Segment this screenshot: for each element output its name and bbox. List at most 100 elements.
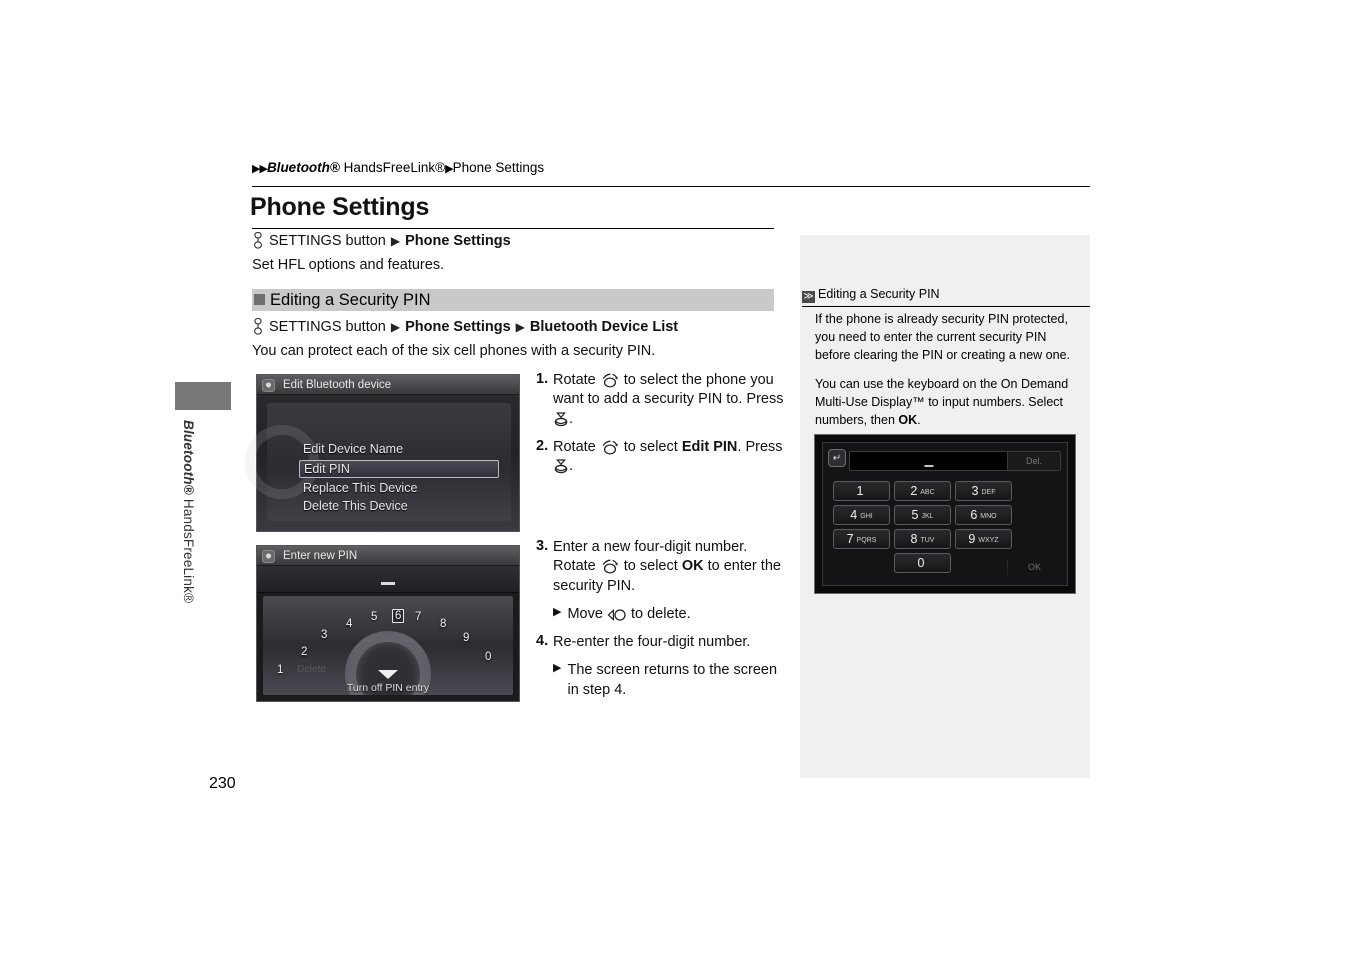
command-target-2: Bluetooth Device List — [529, 318, 679, 335]
keypad-key-3-letters: DEF — [981, 489, 996, 496]
screenshot-enter-new-pin: Enter new PIN 1 2 3 4 5 6 7 8 9 0 Delete… — [256, 545, 520, 702]
command-button-label: SETTINGS button — [269, 318, 386, 335]
screenshot-title-text: Edit Bluetooth device — [283, 379, 392, 391]
return-icon: ↵ — [828, 449, 846, 467]
pin-footer-label: Turn off PIN entry — [346, 682, 430, 694]
screenshot-body: Edit Device Name Edit PIN Replace This D… — [245, 395, 519, 531]
step-emphasis: Edit PIN — [681, 438, 738, 455]
keypad-key-6-digit: 6 — [970, 508, 978, 522]
breadcrumb-item-phone-settings: Phone Settings — [452, 160, 545, 175]
sidebar-paragraph-2-c: . — [917, 412, 921, 427]
pin-cursor-dash — [381, 582, 395, 585]
breadcrumb-divider — [252, 186, 1090, 187]
keypad-key-8-digit: 8 — [910, 532, 918, 546]
step-2: 2. Rotate to select Edit PIN. Press . — [536, 438, 786, 477]
command-button-label: SETTINGS button — [269, 232, 386, 249]
breadcrumb-arrow-2: ▶ — [259, 163, 268, 175]
step-body: Rotate to select Edit PIN. Press . — [553, 438, 786, 477]
keypad-key-1-digit: 1 — [856, 484, 864, 498]
step-text-run: to select — [619, 438, 682, 455]
step-text-run: to delete. — [626, 605, 691, 622]
command-arrow-icon-2: ▶ — [515, 319, 525, 334]
keypad-key-4: 4 GHI — [833, 505, 890, 525]
screenshot-keypad: ↵ Del. OK 1 2 ABC 3 DEF 4 GHI 5 JKL 6 MNO 7 PQ… — [814, 434, 1076, 594]
body-text: You can protect each of the six cell pho… — [252, 343, 656, 359]
sub-bullet-text: Move to delete. — [567, 605, 690, 624]
press-knob-icon — [553, 411, 569, 427]
menu-item-replace-this-device: Replace This Device — [303, 481, 418, 495]
keypad-key-5-digit: 5 — [911, 508, 919, 522]
keypad-key-4-digit: 4 — [850, 508, 858, 522]
breadcrumb-item-handsfreelink: HandsFreeLink® — [339, 160, 446, 175]
dial-number-8: 8 — [440, 618, 447, 630]
dial-number-4: 4 — [346, 618, 353, 630]
keypad-key-8-letters: TUV — [920, 537, 935, 544]
keypad-key-9: 9 WXYZ — [955, 529, 1012, 549]
steps-list-lower: 3. Enter a new four-digit number. Rotate … — [536, 538, 786, 709]
dial-number-1: 1 — [277, 664, 284, 676]
menu-item-delete-this-device: Delete This Device — [303, 499, 408, 513]
page-title: Phone Settings — [250, 193, 430, 221]
sub-bullet-text: The screen returns to the screen in step… — [567, 661, 786, 700]
keypad-display-cursor — [924, 465, 934, 467]
keypad-display — [849, 451, 1009, 471]
step-3-sub-1: ▶ Move to delete. — [553, 605, 786, 624]
step-number: 4. — [536, 633, 549, 650]
keypad-key-6: 6 MNO — [955, 505, 1012, 525]
step-4: 4. Re-enter the four-digit number. — [536, 633, 786, 652]
sidebar-divider — [802, 306, 1090, 307]
step-text-run: Move — [567, 605, 607, 622]
nav-screen-icon — [262, 550, 275, 563]
step-body: Enter a new four-digit number. Rotate to… — [553, 538, 786, 596]
sidebar-header-title: Editing a Security PIN — [818, 287, 940, 301]
keypad-key-3: 3 DEF — [955, 481, 1012, 501]
dial-number-7: 7 — [415, 611, 422, 623]
square-bullet-icon — [254, 294, 265, 305]
sub-bullet-arrow-icon: ▶ — [553, 662, 562, 675]
step-number: 3. — [536, 538, 549, 554]
keypad-ok-button: OK — [1007, 559, 1061, 575]
step-body: Rotate to select the phone you want to a… — [553, 371, 786, 429]
manual-page: Bluetooth® HandsFreeLink® ▶▶Bluetooth® H… — [0, 0, 1350, 954]
sidebar-paragraph-2: You can use the keyboard on the On Deman… — [815, 376, 1085, 429]
step-text-run: to select — [619, 558, 682, 575]
dial-delete-ghost-label: Delete — [297, 664, 326, 675]
dial-number-5: 5 — [371, 611, 378, 623]
keypad-inner: ↵ Del. OK 1 2 ABC 3 DEF 4 GHI 5 JKL 6 MNO 7 PQ… — [822, 442, 1068, 586]
page-number: 230 — [209, 775, 236, 792]
command-arrow-icon: ▶ — [390, 233, 401, 248]
breadcrumb-item-bluetooth: Bluetooth® — [266, 160, 340, 175]
step-text-run: . — [569, 410, 574, 427]
dial-number-0: 0 — [485, 651, 492, 663]
keypad-key-9-letters: WXYZ — [978, 537, 999, 544]
pin-dial-panel: 1 2 3 4 5 6 7 8 9 0 Delete Turn off PIN … — [263, 596, 513, 695]
command-path-top: SETTINGS button ▶ Phone Settings — [252, 232, 511, 249]
dial-number-9: 9 — [463, 632, 470, 644]
step-text-run: Rotate — [553, 372, 600, 388]
title-divider — [252, 228, 774, 229]
keypad-key-0: 0 — [894, 553, 951, 573]
keypad-key-8: 8 TUV — [894, 529, 951, 549]
step-number: 1. — [536, 371, 549, 387]
rotate-knob-icon — [600, 439, 620, 455]
sidebar-paragraph-2-a: You can use the keyboard on the On Deman… — [815, 377, 1069, 427]
step-body: Re-enter the four-digit number. — [553, 633, 786, 652]
menu-item-edit-device-name: Edit Device Name — [303, 442, 404, 456]
step-number: 2. — [536, 437, 549, 454]
nav-screen-icon — [262, 379, 275, 392]
sub-bullet-arrow-icon: ▶ — [553, 605, 562, 618]
keypad-key-7-letters: PQRS — [856, 537, 877, 544]
step-text-run: Re-enter the four-digit number. — [553, 634, 751, 651]
chapter-tab-label-rest: HandsFreeLink® — [181, 494, 196, 604]
sidebar-paragraph-2-ok: OK — [898, 412, 918, 427]
screenshot-title-bar: Edit Bluetooth device — [257, 375, 519, 395]
keypad-key-2-letters: ABC — [920, 489, 935, 496]
keypad-key-5-letters: JKL — [921, 513, 934, 520]
settings-knob-icon — [252, 232, 264, 249]
rotate-knob-icon — [600, 558, 620, 574]
intro-text: Set HFL options and features. — [252, 257, 445, 273]
keypad-key-0-digit: 0 — [917, 556, 925, 570]
screenshot-edit-bluetooth-device: Edit Bluetooth device Edit Device Name E… — [245, 374, 520, 532]
step-text-run: The screen returns to the screen in step… — [567, 662, 778, 698]
sidebar-paragraph-1: If the phone is already security PIN pro… — [815, 312, 1071, 362]
